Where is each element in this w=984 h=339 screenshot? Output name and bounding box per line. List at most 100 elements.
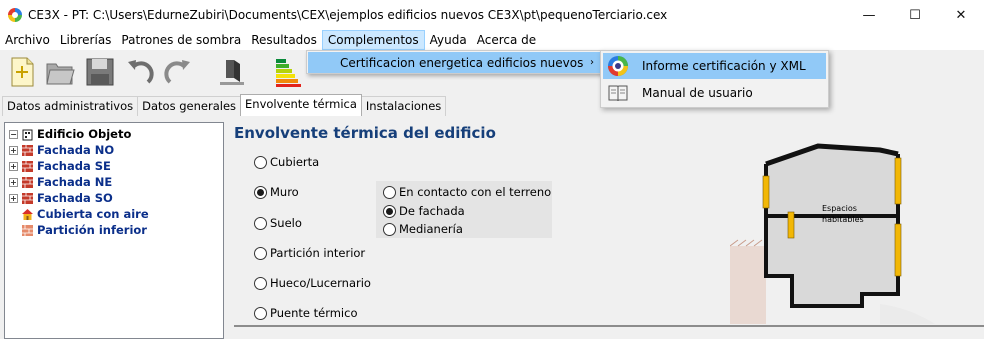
tree-item-cubierta[interactable]: Cubierta con aire <box>21 206 149 222</box>
minimize-button[interactable]: — <box>846 0 892 30</box>
book-icon <box>608 85 628 102</box>
tree-item-label: Cubierta con aire <box>37 207 149 221</box>
certificacion-submenu: Informe certificación y XML Manual de us… <box>600 50 829 108</box>
ce3x-app-icon <box>8 8 22 22</box>
radio-label: Puente térmico <box>270 306 358 320</box>
facade-wall-icon <box>22 144 33 156</box>
menu-librerias[interactable]: Librerías <box>55 30 117 50</box>
collapse-icon[interactable]: − <box>9 129 18 139</box>
tree-item-fachada-ne[interactable]: + Fachada NE <box>9 174 112 190</box>
open-folder-button[interactable] <box>42 54 78 90</box>
separator-line <box>234 325 984 327</box>
radio-circle[interactable] <box>254 216 267 230</box>
envelope-panel: Envolvente térmica del edificio Cubierta… <box>226 116 984 339</box>
envelope-tree[interactable]: − Edificio Objeto + Fachada NO + Fachada… <box>4 122 224 339</box>
tree-root[interactable]: − Edificio Objeto <box>9 126 131 142</box>
menu-item-informe-xml[interactable]: Informe certificación y XML <box>603 53 826 79</box>
energy-rating-icon <box>276 59 301 87</box>
radio-circle[interactable] <box>383 185 396 199</box>
menu-resultados[interactable]: Resultados <box>246 30 322 50</box>
save-icon <box>86 58 114 86</box>
menu-ayuda[interactable]: Ayuda <box>425 30 472 50</box>
building-root-icon <box>22 129 33 140</box>
radio-label: Suelo <box>270 216 302 230</box>
tab-strip: Datos administrativos Datos generales En… <box>0 94 447 116</box>
radio-label: En contacto con el terreno <box>399 185 552 199</box>
tree-item-label: Partición inferior <box>37 223 147 237</box>
radio-contacto-terreno[interactable]: En contacto con el terreno <box>383 185 551 199</box>
open-folder-icon <box>46 63 75 85</box>
radio-de-fachada[interactable]: De fachada <box>383 204 465 218</box>
radio-circle[interactable] <box>383 222 396 236</box>
section-title: Envolvente térmica del edificio <box>234 124 496 142</box>
radio-medianeria[interactable]: Medianería <box>383 222 463 236</box>
tree-item-label: Fachada SE <box>37 159 111 173</box>
save-button[interactable] <box>82 54 118 90</box>
radio-circle[interactable] <box>254 306 267 320</box>
tree-item-particion-inferior[interactable]: Partición inferior <box>21 222 147 238</box>
undo-button[interactable] <box>122 54 158 90</box>
radio-hueco-lucernario[interactable]: Hueco/Lucernario <box>254 276 371 290</box>
menu-item-label: Manual de usuario <box>642 86 753 100</box>
menu-complementos[interactable]: Complementos <box>321 30 425 50</box>
tree-root-label: Edificio Objeto <box>37 127 132 141</box>
radio-muro[interactable]: Muro <box>254 185 299 199</box>
radio-label: Partición interior <box>270 246 366 260</box>
building-view-button[interactable] <box>214 54 250 90</box>
menu-bar: Archivo Librerías Patrones de sombra Res… <box>0 30 984 50</box>
undo-icon <box>128 60 154 84</box>
tab-instalaciones[interactable]: Instalaciones <box>360 96 447 116</box>
radio-circle[interactable] <box>254 246 267 260</box>
complementos-dropdown: Certificacion energetica edificios nuevo… <box>306 50 602 74</box>
diagram-label-1: Espacios <box>822 204 857 213</box>
new-file-button[interactable] <box>4 54 40 90</box>
menu-item-label: Informe certificación y XML <box>642 59 806 73</box>
tab-datos-generales[interactable]: Datos generales <box>137 96 242 116</box>
radio-label: Muro <box>270 185 299 199</box>
radio-label: Hueco/Lucernario <box>270 276 371 290</box>
facade-wall-icon <box>22 176 33 188</box>
expand-icon[interactable]: + <box>9 193 18 203</box>
radio-cubierta[interactable]: Cubierta <box>254 155 319 169</box>
menu-acerca-de[interactable]: Acerca de <box>472 30 541 50</box>
tree-item-fachada-no[interactable]: + Fachada NO <box>9 142 114 158</box>
roof-house-icon <box>22 208 33 220</box>
radio-puente-termico[interactable]: Puente térmico <box>254 306 358 320</box>
redo-icon <box>164 60 190 84</box>
tree-item-fachada-se[interactable]: + Fachada SE <box>9 158 111 174</box>
expand-icon[interactable]: + <box>9 177 18 187</box>
expand-icon[interactable]: + <box>9 145 18 155</box>
diagram-label-2: habitables <box>822 215 864 224</box>
menu-item-certificacion-nuevos[interactable]: Certificacion energetica edificios nuevo… <box>308 52 600 73</box>
menu-item-label: Certificacion energetica edificios nuevo… <box>340 55 584 70</box>
redo-button[interactable] <box>160 54 196 90</box>
tree-item-label: Fachada NO <box>37 143 115 157</box>
radio-label: De fachada <box>399 204 465 218</box>
menu-patrones-sombra[interactable]: Patrones de sombra <box>116 30 246 50</box>
facade-wall-icon <box>22 160 33 172</box>
radio-circle-selected[interactable] <box>254 185 267 199</box>
radio-suelo[interactable]: Suelo <box>254 216 302 230</box>
tree-item-fachada-so[interactable]: + Fachada SO <box>9 190 113 206</box>
menu-item-manual-usuario[interactable]: Manual de usuario <box>603 80 826 106</box>
facade-wall-icon <box>22 192 33 204</box>
expand-icon[interactable]: + <box>9 161 18 171</box>
radio-circle[interactable] <box>254 155 267 169</box>
title-bar: CE3X - PT: C:\Users\EdurneZubiri\Documen… <box>0 0 984 30</box>
energy-rating-button[interactable] <box>270 54 306 90</box>
menu-archivo[interactable]: Archivo <box>0 30 55 50</box>
building-section-diagram: Espacios habitables <box>730 143 935 324</box>
tree-item-label: Fachada SO <box>37 191 113 205</box>
ce3x-logo-icon <box>608 56 628 76</box>
floor-partition-icon <box>22 224 33 236</box>
submenu-arrow-icon: › <box>590 57 594 68</box>
tab-datos-administrativos[interactable]: Datos administrativos <box>2 96 139 116</box>
radio-circle-selected[interactable] <box>383 204 396 218</box>
maximize-button[interactable]: ☐ <box>892 0 938 30</box>
building-icon <box>220 60 244 85</box>
radio-circle[interactable] <box>254 276 267 290</box>
tab-envolvente-termica[interactable]: Envolvente térmica <box>240 94 362 116</box>
radio-particion-interior[interactable]: Partición interior <box>254 246 365 260</box>
close-button[interactable]: ✕ <box>938 0 984 30</box>
radio-label: Cubierta <box>270 155 320 169</box>
